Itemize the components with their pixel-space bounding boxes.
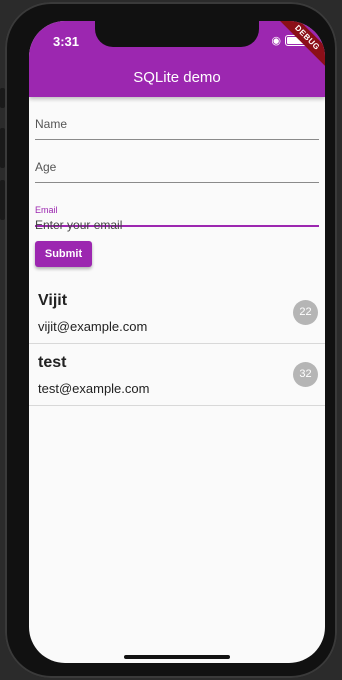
- home-indicator: [124, 655, 230, 659]
- name-field[interactable]: Name: [35, 97, 319, 140]
- status-time: 3:31: [53, 34, 80, 49]
- age-badge: 32: [293, 362, 318, 387]
- list-item[interactable]: Vijit vijit@example.com 22: [29, 282, 325, 344]
- age-badge: 22: [293, 300, 318, 325]
- user-email: test@example.com: [38, 381, 150, 396]
- phone-frame: 3:31 ◉ DEBUG SQLite demo Name Age Email …: [5, 2, 337, 678]
- user-name: test: [38, 354, 67, 371]
- notch: [95, 21, 259, 47]
- app-screen: 3:31 ◉ DEBUG SQLite demo Name Age Email …: [29, 21, 325, 663]
- age-field[interactable]: Age: [35, 140, 319, 183]
- wifi-icon: ◉: [271, 35, 281, 47]
- list-item[interactable]: test test@example.com 32: [29, 344, 325, 406]
- name-field-label: Name: [35, 117, 68, 131]
- email-field-label: Email: [35, 205, 58, 215]
- email-field-placeholder: Enter your email: [35, 218, 123, 232]
- email-field[interactable]: Email Enter your email: [35, 183, 319, 232]
- user-email: vijit@example.com: [38, 319, 148, 334]
- submit-button[interactable]: Submit: [35, 241, 92, 267]
- page-title: SQLite demo: [133, 69, 221, 86]
- user-list: Vijit vijit@example.com 22 test test@exa…: [29, 282, 325, 406]
- age-field-label: Age: [35, 160, 57, 174]
- user-name: Vijit: [38, 292, 68, 309]
- user-form: Name Age Email Enter your email Submit: [35, 97, 319, 267]
- app-bar: 3:31 ◉ DEBUG SQLite demo: [29, 21, 325, 97]
